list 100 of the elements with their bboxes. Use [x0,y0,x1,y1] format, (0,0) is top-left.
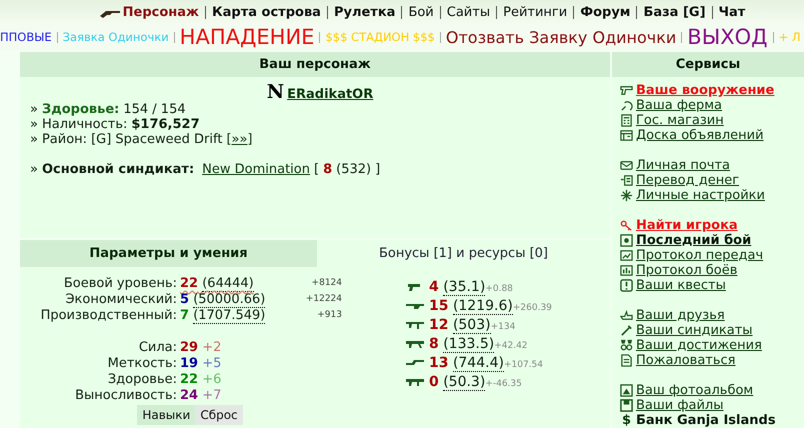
field-value: 154 / 154 [123,102,186,117]
weapon-skill: 12 (503) [429,316,491,332]
bonus-value: +134 [490,322,516,334]
document-icon [620,354,633,367]
nav-link[interactable]: Сайты [446,4,490,20]
field-value: [G] Spaceweed Drift [91,132,222,147]
attribute-label: Сила: [138,340,177,354]
service-link[interactable]: Ваш фотоальбом [636,383,754,398]
nav-link[interactable]: Чат [718,4,746,20]
bullet: » [30,162,38,177]
service-link[interactable]: Личные настройки [636,188,765,203]
weapon-skill: 4 (35.1) [429,278,486,294]
field-label: Район: [42,132,88,147]
alert-icon [620,279,633,292]
attribute-value: 24 +7 [179,388,222,402]
action-link[interactable]: ППОВЫЕ [0,30,52,44]
panel-header: Ваш персонаж [20,52,610,77]
stat-label: Боевой уровень: [62,276,177,290]
bonus-value: +0.88 [485,284,513,296]
service-link[interactable]: Ваши файлы [636,398,724,413]
weapon-skill: 15 (1219.6) [429,298,513,314]
bonus-value: +913 [316,310,342,320]
sickle-icon [620,99,633,112]
bonus-value: +260.39 [512,303,552,315]
nav-link[interactable]: База [G] [643,4,706,20]
syndicate-level: 8 [323,162,332,177]
nav-link[interactable]: Персонаж [122,4,199,20]
bullet: » [30,132,38,147]
badge-icon [620,234,633,247]
service-link[interactable]: Ваше вооружение [636,83,774,98]
attribute-label: Здоровье: [106,372,177,386]
image-icon [620,384,633,397]
action-link[interactable]: НАПАДЕНИЕ [180,25,314,49]
bullet: » [30,102,38,117]
pistol-icon [620,84,633,97]
service-link[interactable]: Перевод денег [636,173,740,188]
field-label: Наличность: [42,117,128,132]
service-link[interactable]: Протокол передач [636,248,764,263]
service-link[interactable]: Последний бой [636,233,752,248]
service-link[interactable]: Банк Ganja Islands [636,413,776,428]
district-link[interactable]: [»»] [226,132,253,147]
attribute-value: 29 +2 [179,340,222,354]
weapon-skill: 0 (50.3) [429,374,486,390]
bonus-value: +-46.35 [485,379,522,391]
service-link[interactable]: Ваши квесты [636,278,726,293]
envelope-icon [620,159,633,172]
weapon-skill: 8 (133.5) [429,336,494,352]
service-link[interactable]: Гос. магазин [636,113,724,128]
weapon-skill: 13 (744.4) [429,354,504,370]
service-link[interactable]: Ваши синдикаты [636,323,753,338]
bonus-value: +107.54 [504,360,543,372]
attribute-value: 22 +6 [179,372,222,386]
bonus-value: +12224 [304,294,342,304]
service-link[interactable]: Протокол боёв [636,263,738,278]
skill-button[interactable]: Навыки [137,405,196,425]
service-link[interactable]: Найти игрока [636,218,738,233]
bar-chart-icon [620,264,633,277]
key-icon [620,219,633,232]
bonus-value: +8124 [310,278,342,288]
stat-value: 5 (50000.66) [179,292,266,306]
nav-link[interactable]: Форум [580,4,630,20]
service-link[interactable]: Ваши достижения [636,338,762,353]
bonus-value: +42.42 [494,341,528,353]
dollar-sign: $ [620,413,632,428]
floppy-icon [620,399,633,412]
service-link[interactable]: Личная почта [636,158,730,173]
nav-link[interactable]: Бой [408,4,434,20]
medal-icon [620,339,633,352]
bracket: ] [375,162,380,177]
field-value: $176,527 [131,117,200,132]
stat-label: Экономический: [64,292,177,306]
field-label: Основной синдикат: [42,162,194,177]
tab[interactable]: Параметры и умения [20,240,315,267]
skill-button[interactable]: Сброс [195,405,243,425]
nav-link[interactable]: Рейтинги [503,4,568,20]
service-link[interactable]: Пожаловаться [636,353,736,368]
pen-icon [620,324,633,337]
stat-value: 7 (1707.549) [179,308,266,322]
settings-icon [620,189,633,202]
field-label: Здоровье: [42,102,120,117]
action-link[interactable]: Отозвать Заявку Одиночки [446,28,676,46]
list-icon [620,174,633,187]
syndicate-points: (532) [336,162,372,177]
calculator-icon [620,114,633,127]
bracket: [ [314,162,320,177]
chart-icon [620,249,633,262]
nav-link[interactable]: Рулетка [334,4,396,20]
action-link[interactable]: ВЫХОД [687,25,768,49]
service-link[interactable]: Ваши друзья [636,308,725,323]
faction-mark: N [266,81,284,103]
attribute-label: Меткость: [106,356,177,370]
bullet: » [30,117,38,132]
service-link[interactable]: Доска объявлений [636,128,764,143]
attribute-label: Выносливость: [74,388,177,402]
player-name-link[interactable]: ERadikatOR [287,87,374,102]
board-icon [620,129,633,142]
service-link[interactable]: Ваша ферма [636,98,722,113]
syndicate-link[interactable]: New Domination [202,162,310,177]
stat-value: 22 (64444) [179,276,255,290]
nav-link[interactable]: Карта острова [212,4,321,20]
